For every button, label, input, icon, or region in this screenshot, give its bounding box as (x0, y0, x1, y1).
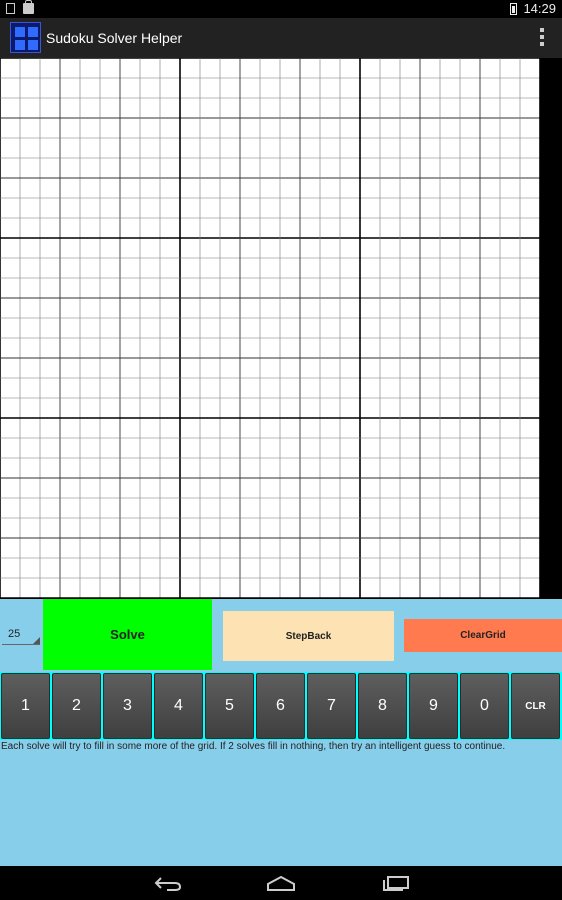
recent-apps-icon[interactable] (381, 875, 411, 892)
key-5[interactable]: 5 (205, 673, 254, 739)
control-panel: 25 Solve StepBack ClearGrid 1 2 3 4 5 6 … (0, 599, 562, 866)
notification-icons (6, 0, 34, 14)
guess-count-spinner[interactable]: 25 (2, 625, 40, 645)
key-clear[interactable]: CLR (511, 673, 560, 739)
spinner-value: 25 (8, 628, 21, 640)
navigation-bar (0, 866, 562, 900)
status-right: 14:29 (510, 1, 556, 16)
battery-icon (510, 2, 518, 15)
clock: 14:29 (523, 1, 556, 16)
key-0[interactable]: 0 (460, 673, 509, 739)
home-icon[interactable] (266, 875, 296, 892)
key-6[interactable]: 6 (256, 673, 305, 739)
key-8[interactable]: 8 (358, 673, 407, 739)
key-1[interactable]: 1 (1, 673, 50, 739)
sudoku-grid[interactable] (0, 58, 540, 598)
key-3[interactable]: 3 (103, 673, 152, 739)
notification-icon (6, 3, 15, 14)
cleargrid-button[interactable]: ClearGrid (404, 619, 562, 652)
key-7[interactable]: 7 (307, 673, 356, 739)
number-keypad: 1 2 3 4 5 6 7 8 9 0 CLR (0, 672, 562, 740)
status-bar: 14:29 (0, 0, 562, 18)
overflow-menu-icon[interactable] (540, 28, 544, 46)
key-4[interactable]: 4 (154, 673, 203, 739)
back-icon[interactable] (153, 875, 183, 892)
sudoku-grid-lines[interactable] (0, 58, 540, 598)
stepback-button[interactable]: StepBack (223, 611, 394, 661)
store-notification-icon (23, 0, 34, 14)
hint-text: Each solve will try to fill in some more… (1, 741, 506, 752)
action-bar: Sudoku Solver Helper (0, 18, 562, 58)
app-title: Sudoku Solver Helper (46, 30, 183, 46)
solve-button[interactable]: Solve (43, 599, 212, 670)
dropdown-arrow-icon (33, 637, 40, 644)
grid-area (0, 58, 562, 599)
app-logo-icon (10, 22, 41, 53)
key-9[interactable]: 9 (409, 673, 458, 739)
key-2[interactable]: 2 (52, 673, 101, 739)
